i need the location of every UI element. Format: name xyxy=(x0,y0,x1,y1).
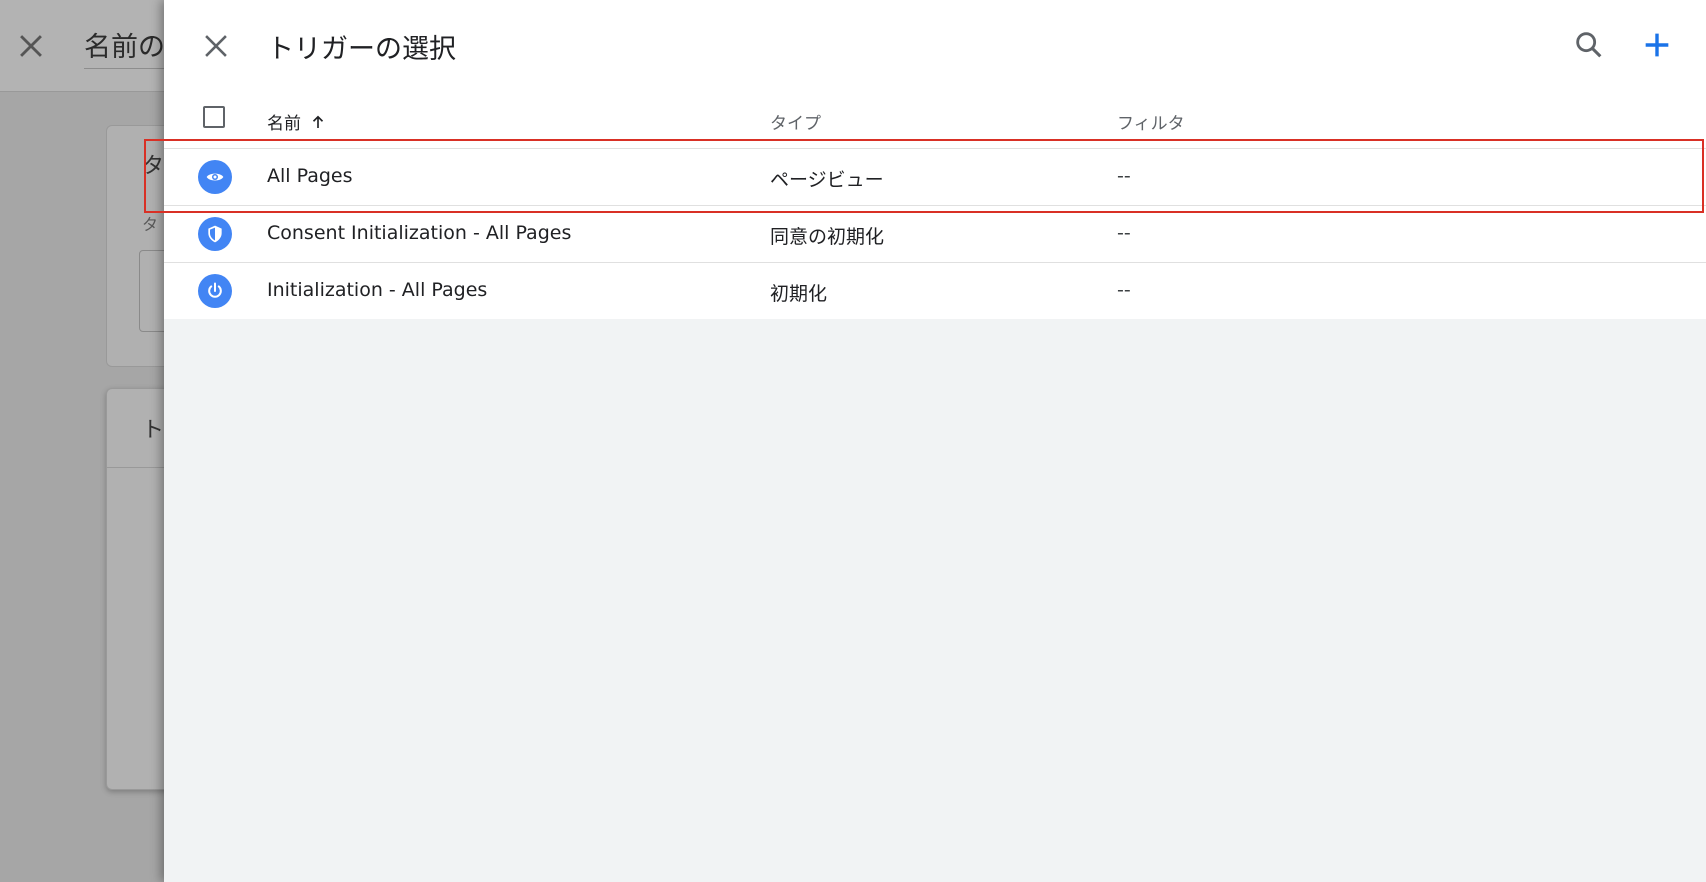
trigger-type: 初期化 xyxy=(770,283,828,305)
trigger-name: Initialization - All Pages xyxy=(267,279,488,301)
background-tag-title: 名前の xyxy=(84,32,165,63)
table-header: 名前 タイプ フィルタ xyxy=(164,92,1706,148)
panel-title: トリガーの選択 xyxy=(267,34,456,65)
eye-icon xyxy=(198,160,232,194)
trigger-name: All Pages xyxy=(267,165,353,187)
trigger-type: 同意の初期化 xyxy=(770,226,885,248)
trigger-filter: -- xyxy=(1117,222,1131,244)
power-icon xyxy=(198,274,232,308)
trigger-filter: -- xyxy=(1117,279,1131,301)
add-icon[interactable] xyxy=(1640,28,1674,62)
panel-header: トリガーの選択 xyxy=(164,0,1706,92)
trigger-selection-panel: トリガーの選択 名前 タイプ フィルタ All Pages ページビュー -- … xyxy=(164,0,1706,882)
close-icon xyxy=(20,35,42,57)
trigger-table: 名前 タイプ フィルタ All Pages ページビュー -- Consent … xyxy=(164,92,1706,319)
close-icon[interactable] xyxy=(199,29,233,63)
column-header-name[interactable]: 名前 xyxy=(267,109,327,134)
trigger-type: ページビュー xyxy=(770,169,884,191)
column-name-label: 名前 xyxy=(267,114,301,134)
search-icon[interactable] xyxy=(1572,28,1606,62)
column-header-type: タイプ xyxy=(770,114,821,134)
column-header-filter: フィルタ xyxy=(1117,114,1185,134)
select-all-checkbox[interactable] xyxy=(203,106,225,128)
background-card-subtitle: タ xyxy=(142,215,159,234)
trigger-filter: -- xyxy=(1117,165,1131,187)
background-trigger-heading: ト xyxy=(142,418,165,443)
trigger-row-initialization[interactable]: Initialization - All Pages 初期化 -- xyxy=(164,262,1706,319)
arrow-up-icon xyxy=(312,115,324,128)
trigger-row-all-pages[interactable]: All Pages ページビュー -- xyxy=(164,148,1706,205)
trigger-row-consent-initialization[interactable]: Consent Initialization - All Pages 同意の初期… xyxy=(164,205,1706,262)
shield-icon xyxy=(198,217,232,251)
trigger-name: Consent Initialization - All Pages xyxy=(267,222,572,244)
background-card-heading: タ xyxy=(142,154,165,179)
